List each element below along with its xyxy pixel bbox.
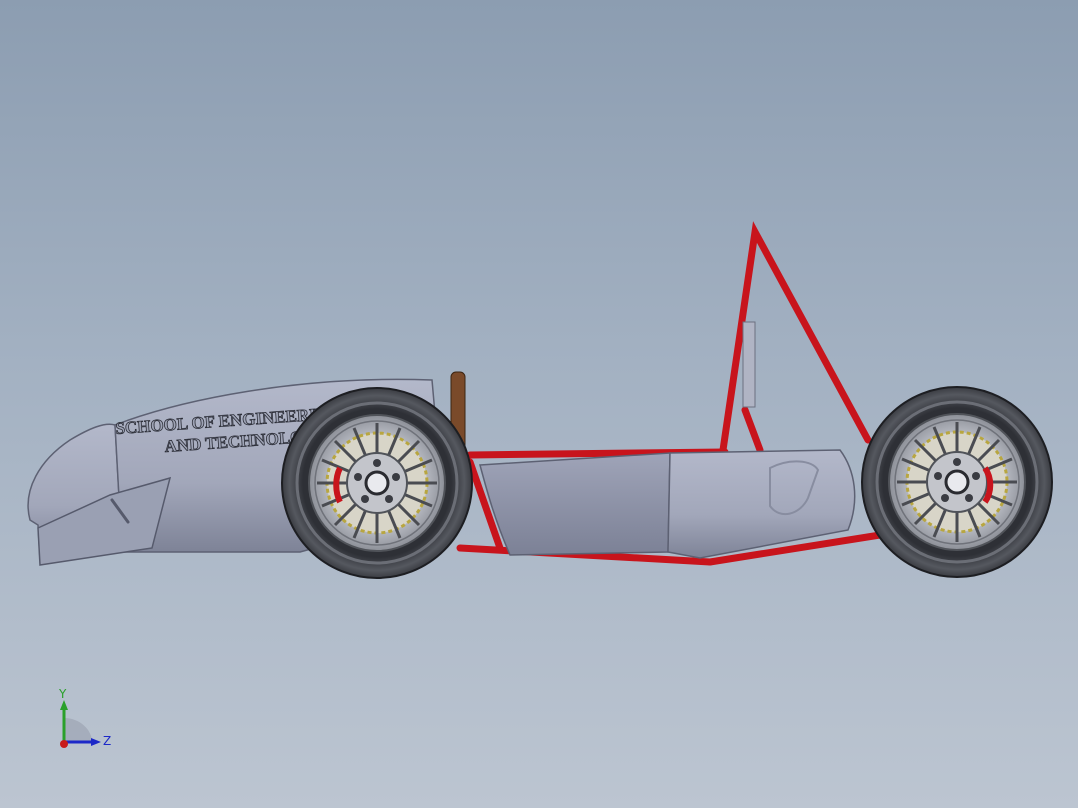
- view-orientation-triad[interactable]: Y Z: [58, 687, 111, 748]
- car-model-scene[interactable]: SCHOOL OF ENGINEERING AND TECHNOLOGY Y Z: [0, 0, 1078, 808]
- triad-y-label: Y: [58, 687, 67, 701]
- graphics-viewport[interactable]: SCHOOL OF ENGINEERING AND TECHNOLOGY Y Z: [0, 0, 1078, 808]
- front-wheel[interactable]: [280, 386, 474, 580]
- side-pod[interactable]: [479, 452, 671, 556]
- firewall-panel[interactable]: [742, 321, 756, 408]
- triad-z-label: Z: [103, 734, 111, 748]
- triad-x-axis: [60, 740, 68, 748]
- rear-wheel[interactable]: [860, 385, 1054, 579]
